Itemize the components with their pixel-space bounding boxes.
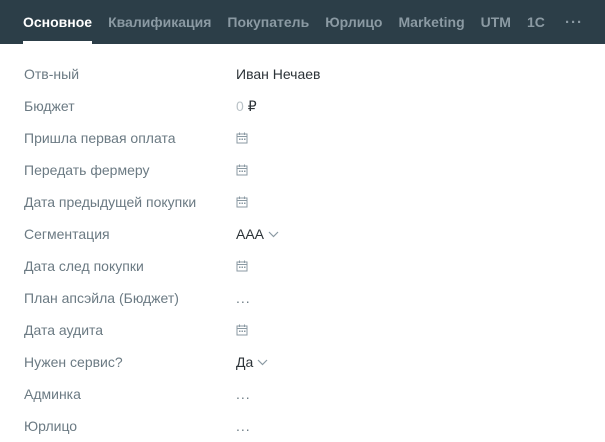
field-label: Юрлицо [24, 418, 78, 434]
transfer-farmer-date-picker[interactable] [236, 164, 248, 176]
field-legal-entity: Юрлицо ... [0, 410, 605, 442]
field-label: Дата след покупки [24, 258, 144, 274]
field-label: Отв-ный [24, 66, 80, 82]
tab-utm[interactable]: UTM [473, 0, 519, 44]
chevron-down-icon [257, 359, 268, 365]
field-prev-purchase-date: Дата предыдущей покупки [0, 186, 605, 218]
first-payment-date-picker[interactable] [236, 132, 248, 144]
field-audit-date: Дата аудита [0, 314, 605, 346]
field-label: План апсэйла (Бюджет) [24, 290, 179, 306]
field-next-purchase-date: Дата след покупки [0, 250, 605, 282]
lead-fields: Отв-ный Иван Нечаев Бюджет 0 ₽ Пришла пе… [0, 58, 605, 442]
field-label: Дата аудита [24, 322, 104, 338]
chevron-down-icon [268, 231, 279, 237]
upsell-plan-input[interactable]: ... [236, 290, 251, 306]
field-need-service: Нужен сервис? Да [0, 346, 605, 378]
calendar-icon [236, 324, 248, 336]
field-label: Дата предыдущей покупки [24, 194, 197, 210]
legal-entity-input[interactable]: ... [236, 418, 251, 434]
budget-value: 0 [236, 98, 244, 114]
field-budget: Бюджет 0 ₽ [0, 90, 605, 122]
field-label: Бюджет [24, 98, 75, 114]
field-first-payment: Пришла первая оплата [0, 122, 605, 154]
next-purchase-date-picker[interactable] [236, 260, 248, 272]
tab-qualification[interactable]: Квалификация [100, 0, 219, 44]
audit-date-picker[interactable] [236, 324, 248, 336]
field-label: Нужен сервис? [24, 354, 123, 370]
tab-1c[interactable]: 1С [519, 0, 553, 44]
segmentation-value: AAA [236, 226, 265, 242]
prev-purchase-date-picker[interactable] [236, 196, 248, 208]
segmentation-select[interactable]: AAA [236, 226, 279, 242]
calendar-icon [236, 164, 248, 176]
tab-legal-entity[interactable]: Юрлицо [317, 0, 390, 44]
field-label: Сегментация [24, 226, 110, 242]
tab-marketing[interactable]: Marketing [391, 0, 473, 44]
field-responsible: Отв-ный Иван Нечаев [0, 58, 605, 90]
field-segmentation: Сегментация AAA [0, 218, 605, 250]
field-label: Передать фермеру [24, 162, 150, 178]
field-transfer-farmer: Передать фермеру [0, 154, 605, 186]
ruble-sign: ₽ [247, 97, 257, 114]
need-service-value: Да [236, 354, 254, 370]
tab-main[interactable]: Основное [15, 0, 100, 44]
need-service-select[interactable]: Да [236, 354, 268, 370]
more-tabs-button[interactable]: ··· [565, 0, 583, 44]
admin-input[interactable]: ... [236, 386, 251, 402]
tab-buyer[interactable]: Покупатель [219, 0, 317, 44]
field-upsell-plan: План апсэйла (Бюджет) ... [0, 282, 605, 314]
calendar-icon [236, 196, 248, 208]
tab-bar: Основное Квалификация Покупатель Юрлицо … [0, 0, 605, 44]
calendar-icon [236, 260, 248, 272]
field-admin: Админка ... [0, 378, 605, 410]
calendar-icon [236, 132, 248, 144]
responsible-value[interactable]: Иван Нечаев [236, 66, 321, 82]
budget-input[interactable]: 0 ₽ [236, 98, 257, 115]
field-label: Пришла первая оплата [24, 130, 176, 146]
field-label: Админка [24, 386, 81, 402]
